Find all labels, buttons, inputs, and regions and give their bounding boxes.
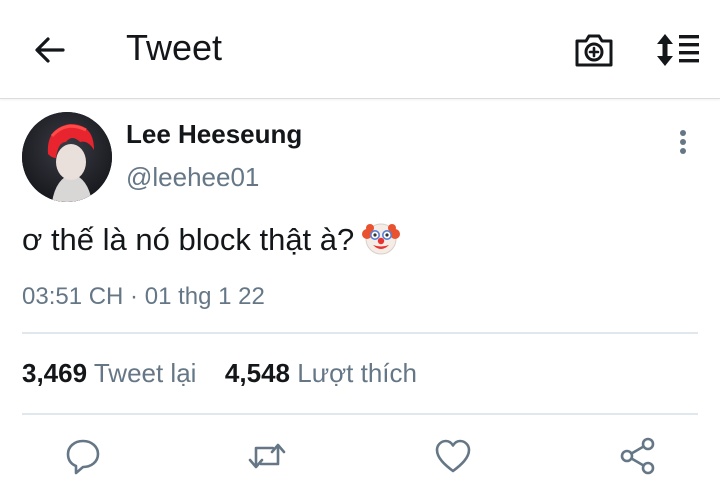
more-options-button[interactable] xyxy=(668,126,698,160)
tweet-text-content: ơ thế là nó block thật à? xyxy=(22,222,355,257)
tweet-stats: 3,469 Tweet lại 4,548 Lượt thích xyxy=(22,356,417,390)
author-handle[interactable]: @leehee01 xyxy=(126,161,259,193)
divider xyxy=(22,413,698,415)
like-button[interactable] xyxy=(433,436,473,476)
sort-list-icon xyxy=(657,34,699,66)
avatar-image xyxy=(22,112,112,202)
arrow-left-icon xyxy=(35,37,65,63)
share-button[interactable] xyxy=(618,436,658,476)
avatar[interactable] xyxy=(22,112,112,202)
retweet-button[interactable] xyxy=(247,436,287,476)
retweet-icon xyxy=(248,443,286,469)
like-count[interactable]: 4,548 xyxy=(225,358,290,388)
back-button[interactable] xyxy=(30,30,70,70)
retweet-label[interactable]: Tweet lại xyxy=(94,358,197,388)
camera-plus-icon xyxy=(575,34,613,67)
author-name[interactable]: Lee Heeseung xyxy=(126,118,302,150)
like-label[interactable]: Lượt thích xyxy=(297,358,417,388)
sort-button[interactable] xyxy=(653,30,701,70)
more-vertical-icon xyxy=(680,130,686,154)
like-icon xyxy=(435,439,471,473)
reply-icon xyxy=(66,439,100,475)
page-title: Tweet xyxy=(126,27,223,68)
camera-button[interactable] xyxy=(573,30,615,70)
clown-face-icon xyxy=(362,218,401,256)
reply-button[interactable] xyxy=(63,436,103,476)
top-bar: Tweet xyxy=(0,0,720,99)
tweet-timestamp[interactable]: 03:51 CH · 01 thg 1 22 xyxy=(22,281,265,313)
tweet-text: ơ thế là nó block thật à? xyxy=(22,218,401,260)
share-icon xyxy=(620,437,655,475)
divider xyxy=(22,332,698,334)
retweet-count[interactable]: 3,469 xyxy=(22,358,87,388)
